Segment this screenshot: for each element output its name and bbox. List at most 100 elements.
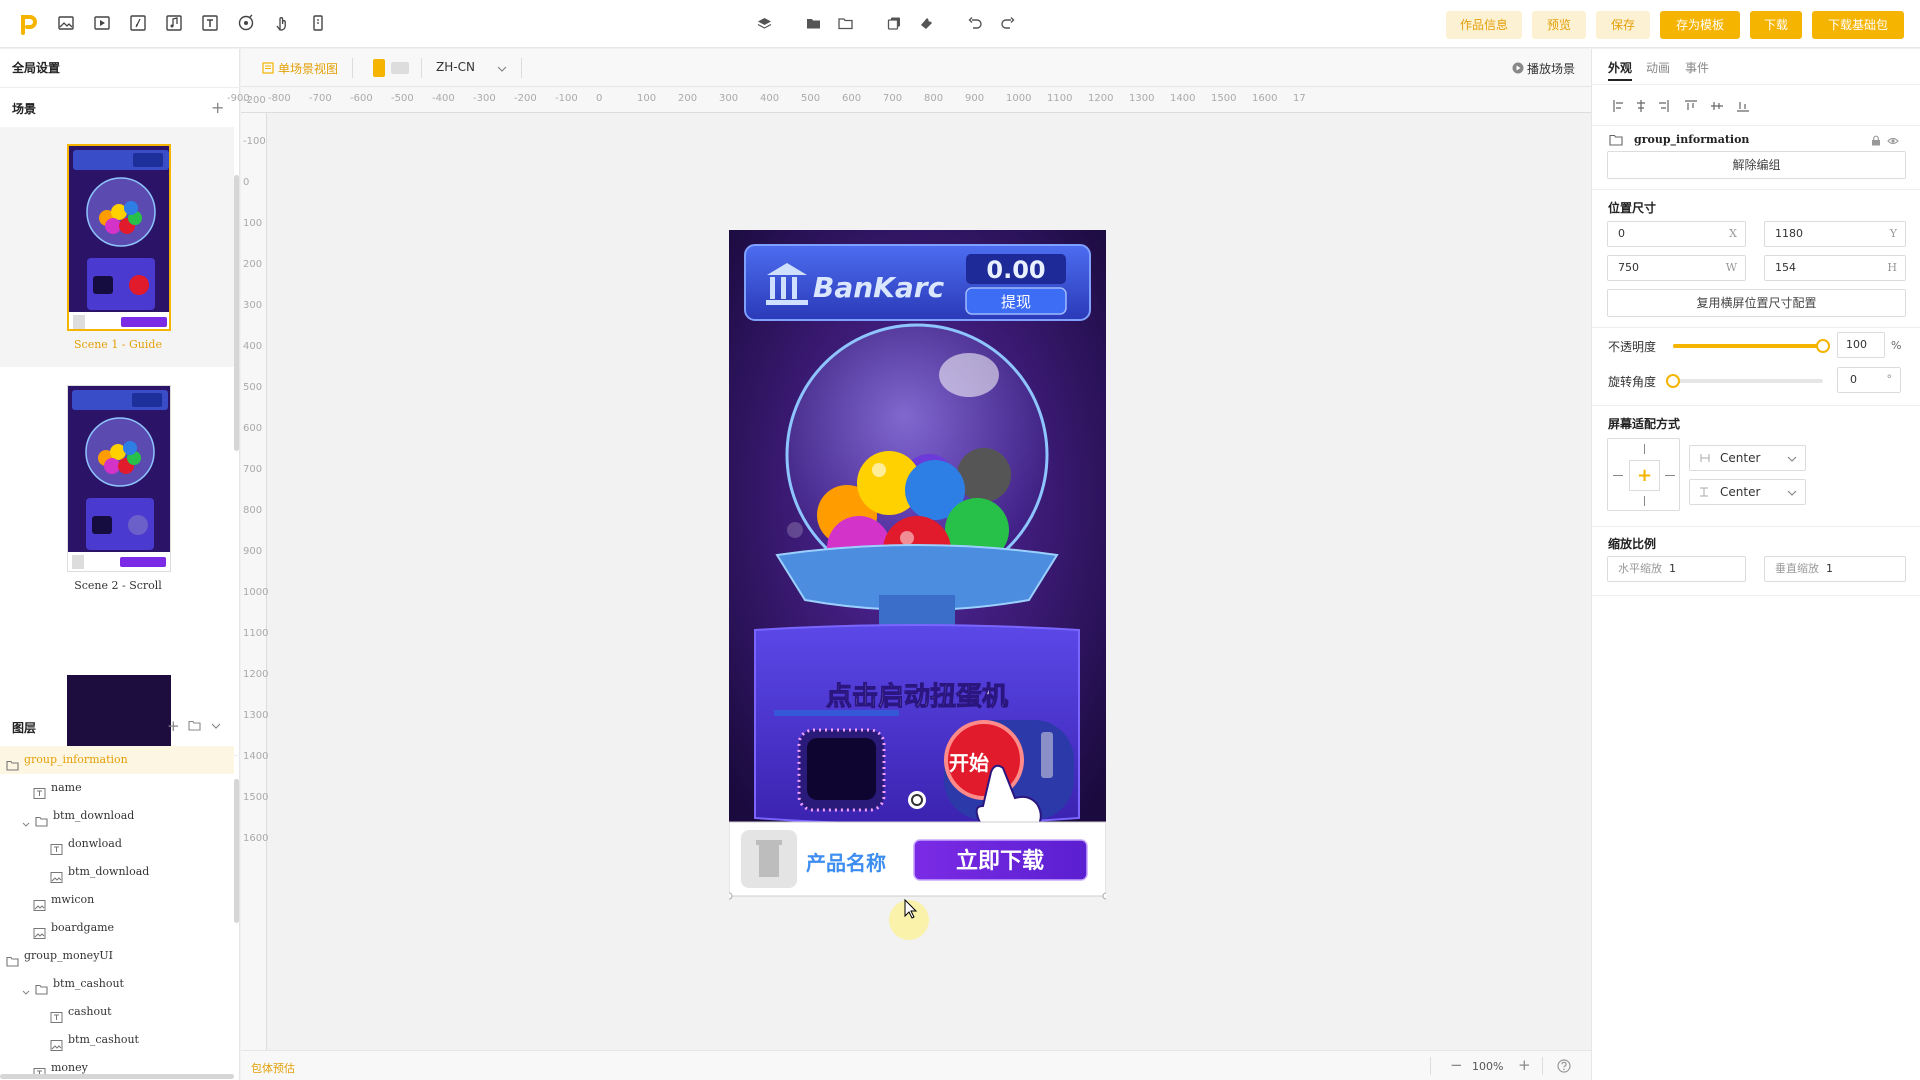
- tab-events[interactable]: 事件: [1685, 59, 1709, 76]
- ruler-tick-label: -300: [473, 93, 496, 104]
- anchor-widget[interactable]: +: [1607, 438, 1680, 511]
- folder-icon: [6, 950, 19, 967]
- layers-icon[interactable]: [757, 16, 772, 31]
- fit-vertical-select[interactable]: Center: [1689, 479, 1806, 505]
- work-info-button[interactable]: 作品信息: [1446, 11, 1522, 39]
- download-base-button[interactable]: 下载基础包: [1812, 11, 1904, 39]
- single-view-toggle[interactable]: 单场景视图: [278, 60, 338, 77]
- opacity-slider-knob[interactable]: [1816, 339, 1830, 353]
- w-input[interactable]: 750 W: [1607, 255, 1746, 281]
- game-preview[interactable]: BanKarc 0.00 提现 点击启动扭蛋机 开始 产品名称 立即下载: [729, 230, 1106, 948]
- layer-row[interactable]: boardgame: [0, 914, 234, 942]
- layer-row[interactable]: mwicon: [0, 886, 234, 914]
- image-tool-icon[interactable]: [57, 14, 75, 32]
- scene-list: Scene 1 - Guide Scene 2 - Scroll: [0, 127, 240, 755]
- scene-scrollbar[interactable]: [234, 175, 239, 451]
- folder-open-icon[interactable]: [806, 16, 821, 31]
- anchor-bottom[interactable]: [1644, 496, 1645, 506]
- chevron-down-icon[interactable]: [22, 812, 30, 827]
- layer-scrollbar[interactable]: [234, 779, 239, 923]
- layer-row[interactable]: btm_cashout: [0, 1026, 234, 1054]
- scene-label-1[interactable]: Scene 1 - Guide: [0, 338, 236, 351]
- reuse-landscape-button[interactable]: 复用横屏位置尺寸配置: [1607, 289, 1906, 317]
- opacity-slider[interactable]: [1673, 339, 1830, 353]
- fit-horizontal-select[interactable]: Center: [1689, 445, 1806, 471]
- video-tool-icon[interactable]: [93, 14, 111, 32]
- withdraw-button[interactable]: 提现: [1001, 293, 1031, 311]
- scale-h-input[interactable]: 水平缩放 1: [1607, 556, 1746, 582]
- layer-row[interactable]: cashout: [0, 998, 234, 1026]
- layer-row[interactable]: name: [0, 774, 234, 802]
- portrait-orientation-icon[interactable]: [373, 59, 385, 77]
- ungroup-button[interactable]: 解除编组: [1607, 151, 1906, 179]
- rotation-slider-knob[interactable]: [1666, 374, 1680, 388]
- zoom-out-button[interactable]: −: [1450, 1056, 1463, 1074]
- layer-row[interactable]: btm_cashout: [0, 970, 234, 998]
- save-template-button[interactable]: 存为模板: [1660, 11, 1740, 39]
- h-input[interactable]: 154 H: [1764, 255, 1906, 281]
- layer-row[interactable]: group_moneyUI: [0, 942, 234, 970]
- eye-icon[interactable]: [1887, 136, 1899, 146]
- scene-thumb-1[interactable]: [67, 144, 171, 331]
- lock-icon[interactable]: [1871, 135, 1881, 146]
- download-now-button[interactable]: 立即下载: [956, 848, 1044, 874]
- layer-row[interactable]: btm_download: [0, 858, 234, 886]
- rotation-slider[interactable]: [1666, 374, 1823, 388]
- anchor-center-icon[interactable]: +: [1629, 460, 1660, 491]
- audio-tool-icon[interactable]: [165, 14, 183, 32]
- tab-animation[interactable]: 动画: [1646, 59, 1670, 76]
- add-scene-icon[interactable]: +: [211, 98, 224, 117]
- spine-tool-icon[interactable]: [129, 14, 147, 32]
- help-icon[interactable]: [1557, 1059, 1571, 1073]
- scene-thumb-3[interactable]: [67, 675, 171, 755]
- copy-icon[interactable]: [887, 16, 902, 31]
- particle-tool-icon[interactable]: [237, 14, 255, 32]
- bundle-estimate-link[interactable]: 包体预估: [251, 1060, 295, 1076]
- canvas-toolbar: 单场景视图 ZH-CN 播放场景: [241, 49, 1591, 87]
- x-input[interactable]: 0X: [1607, 221, 1746, 247]
- landscape-orientation-icon[interactable]: [391, 62, 409, 74]
- language-select[interactable]: ZH-CN: [436, 60, 475, 74]
- device-tool-icon[interactable]: [309, 14, 327, 32]
- divider: [1430, 1057, 1431, 1075]
- app-logo-icon: [21, 15, 37, 35]
- layer-hscrollbar[interactable]: [0, 1074, 234, 1079]
- add-layer-icon[interactable]: +: [167, 717, 180, 735]
- play-icon[interactable]: [1512, 62, 1524, 74]
- save-button[interactable]: 保存: [1596, 11, 1650, 39]
- preview-button[interactable]: 预览: [1532, 11, 1586, 39]
- tab-appearance[interactable]: 外观: [1608, 59, 1632, 76]
- anchor-left[interactable]: [1613, 475, 1623, 476]
- redo-icon[interactable]: [1000, 16, 1015, 31]
- horizontal-align-icon: [1700, 454, 1710, 462]
- layer-row[interactable]: group_information: [0, 746, 234, 774]
- horizontal-ruler: -900 -800 -700 -600 -500 -400 -300 -200 -100 0 100…: [227, 87, 1591, 113]
- hand-tool-icon[interactable]: [273, 14, 291, 32]
- play-scene-button[interactable]: 播放场景: [1527, 60, 1575, 77]
- folder-icon[interactable]: [838, 16, 853, 31]
- scene-thumb-2[interactable]: [67, 385, 171, 572]
- zoom-in-button[interactable]: +: [1518, 1056, 1531, 1074]
- ruler-tick-label: 900: [965, 93, 985, 104]
- rotation-input[interactable]: 0 °: [1837, 367, 1901, 393]
- chevron-down-icon[interactable]: [22, 980, 30, 995]
- layer-row[interactable]: donwload: [0, 830, 234, 858]
- scale-v-input[interactable]: 垂直缩放 1: [1764, 556, 1906, 582]
- paste-icon[interactable]: [919, 16, 934, 31]
- opacity-input[interactable]: 100: [1837, 332, 1885, 358]
- text-tool-icon[interactable]: [201, 14, 219, 32]
- y-input[interactable]: 1180 Y: [1764, 221, 1906, 247]
- download-button[interactable]: 下载: [1750, 11, 1802, 39]
- chevron-down-icon[interactable]: [211, 722, 221, 730]
- scene-label-2[interactable]: Scene 2 - Scroll: [0, 579, 236, 592]
- y-value: 1180: [1775, 227, 1803, 240]
- add-folder-icon[interactable]: [188, 720, 201, 731]
- global-settings-title[interactable]: 全局设置: [12, 59, 60, 76]
- ruler-tick-label: 1400: [243, 751, 269, 762]
- undo-icon[interactable]: [968, 16, 983, 31]
- anchor-top[interactable]: [1644, 444, 1645, 454]
- anchor-right[interactable]: [1665, 475, 1675, 476]
- layer-row[interactable]: btm_download: [0, 802, 234, 830]
- chevron-down-icon[interactable]: [497, 65, 507, 73]
- start-button[interactable]: 开始: [949, 751, 989, 775]
